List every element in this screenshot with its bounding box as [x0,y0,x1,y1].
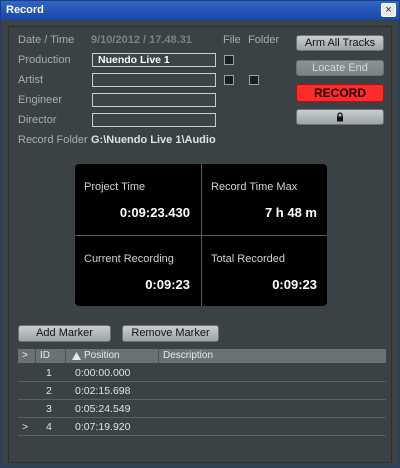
record-time-max-value: 7 h 48 m [264,205,317,220]
current-recording-value: 0:09:23 [145,277,190,292]
column-id[interactable]: ID [36,349,66,363]
close-button[interactable]: × [381,3,396,17]
production-label: Production [18,54,71,66]
remove-marker-button[interactable]: Remove Marker [122,325,219,342]
marker-row[interactable]: > 4 0:07:19.920 [18,419,386,436]
production-file-checkbox[interactable] [224,55,234,65]
info-divider-horizontal [75,235,327,236]
lock-button[interactable] [296,109,384,125]
marker-table-header: > ID Position Description [18,349,386,363]
time-info-box: Project Time 0:09:23.430 Record Time Max… [75,164,327,306]
marker-cursor: > [22,421,29,433]
total-recorded-label: Total Recorded [211,253,285,265]
total-recorded-cell: Total Recorded 0:09:23 [202,236,327,306]
marker-row[interactable]: 2 0:02:15.698 [18,383,386,400]
director-field[interactable] [92,113,216,127]
lock-icon [337,112,343,122]
locate-end-button[interactable]: Locate End [296,60,384,76]
project-time-cell: Project Time 0:09:23.430 [75,164,200,234]
column-description[interactable]: Description [159,349,386,363]
marker-id: 3 [46,403,52,415]
arm-all-tracks-button[interactable]: Arm All Tracks [296,35,384,51]
artist-label: Artist [18,74,44,86]
marker-row[interactable]: 3 0:05:24.549 [18,401,386,418]
current-recording-label: Current Recording [84,253,174,265]
sort-ascending-icon [72,352,81,360]
column-position[interactable]: Position [66,349,159,363]
close-icon: × [385,4,392,16]
artist-file-checkbox[interactable] [224,75,234,85]
record-time-max-cell: Record Time Max 7 h 48 m [202,164,327,234]
marker-position: 0:07:19.920 [75,421,131,433]
column-cursor[interactable]: > [18,349,36,363]
record-window: Record × Date / Time 9/10/2012 / 17.48.3… [0,0,400,468]
marker-position: 0:02:15.698 [75,385,131,397]
marker-position: 0:00:00.000 [75,367,131,379]
engineer-label: Engineer [18,94,63,106]
project-time-label: Project Time [84,181,146,193]
folder-header: Folder [248,34,280,46]
record-folder-label: Record Folder [18,134,88,146]
date-time-label: Date / Time [18,34,75,46]
marker-id: 1 [46,367,52,379]
add-marker-button[interactable]: Add Marker [18,325,111,342]
window-title: Record [6,4,44,16]
total-recorded-value: 0:09:23 [272,277,317,292]
column-position-label: Position [84,350,120,361]
date-time-value: 9/10/2012 / 17.48.31 [91,34,192,46]
engineer-field[interactable] [92,93,216,107]
artist-folder-checkbox[interactable] [249,75,259,85]
project-time-value: 0:09:23.430 [119,205,190,220]
marker-id: 2 [46,385,52,397]
director-label: Director [18,114,57,126]
title-bar[interactable]: Record × [1,1,399,20]
file-header: File [223,34,241,46]
marker-position: 0:05:24.549 [75,403,131,415]
record-time-max-label: Record Time Max [211,181,298,193]
record-panel: Date / Time 9/10/2012 / 17.48.31 File Fo… [8,26,392,463]
marker-id: 4 [46,421,52,433]
marker-row[interactable]: 1 0:00:00.000 [18,365,386,382]
production-field[interactable]: Nuendo Live 1 [92,53,216,67]
artist-field[interactable] [92,73,216,87]
record-folder-value: G:\Nuendo Live 1\Audio [91,134,216,146]
record-button[interactable]: RECORD [296,84,384,102]
current-recording-cell: Current Recording 0:09:23 [75,236,200,306]
